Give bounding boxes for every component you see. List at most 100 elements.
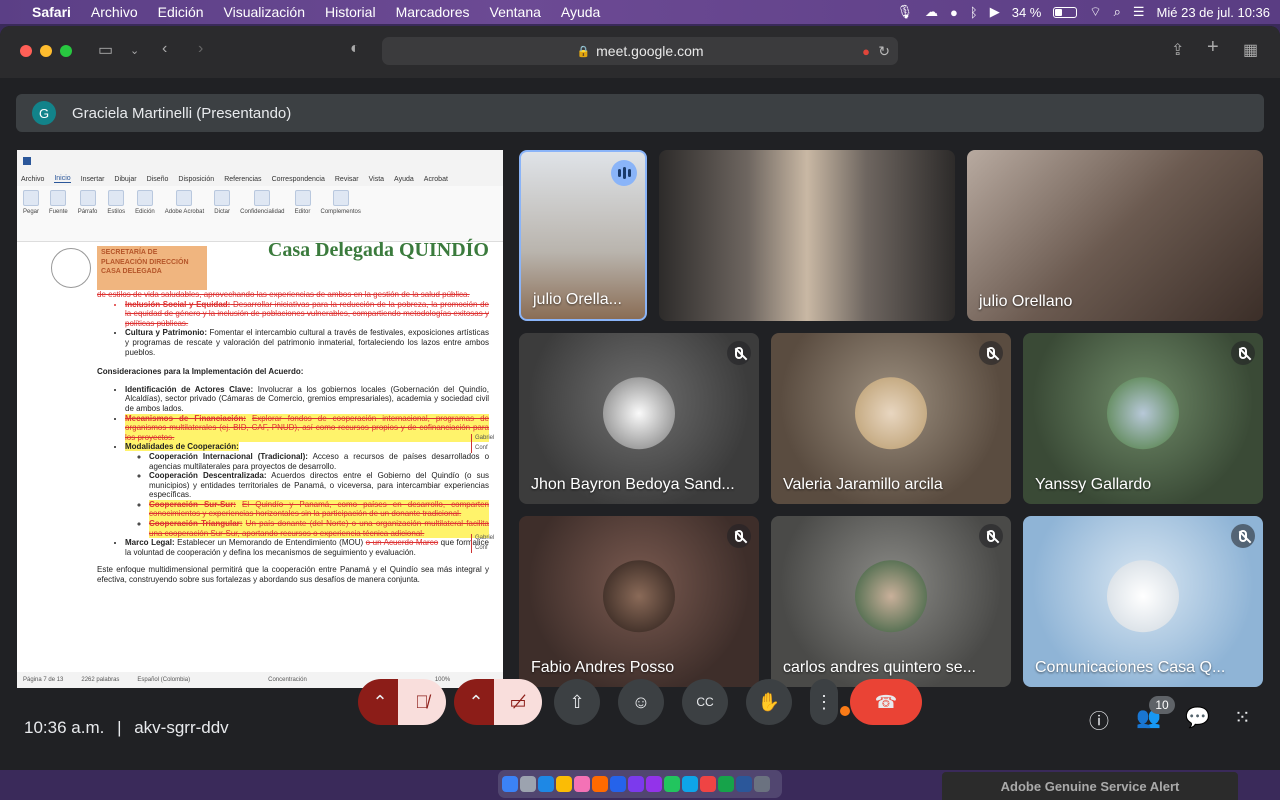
minimize-window-button[interactable] — [40, 45, 52, 57]
ribbon-tab[interactable]: Insertar — [81, 176, 105, 183]
participant-tile[interactable]: julio Orella... — [519, 150, 647, 321]
reload-icon[interactable]: ↻ — [878, 43, 890, 60]
privacy-shield-icon[interactable]: ◐ — [350, 40, 360, 58]
photos-icon[interactable] — [574, 776, 590, 792]
video-options-button[interactable]: ⌃ — [454, 679, 498, 725]
new-tab-icon[interactable]: + — [1207, 36, 1219, 59]
wifi-icon[interactable]: ⌔ — [1089, 4, 1101, 20]
chrome-icon[interactable] — [556, 776, 572, 792]
after-effects-icon[interactable] — [628, 776, 644, 792]
menu-item-archivo[interactable]: Archivo — [91, 4, 138, 20]
control-center-icon[interactable]: ☰ — [1133, 4, 1145, 20]
ribbon-group[interactable]: Adobe Acrobat — [165, 190, 204, 237]
ribbon-tab[interactable]: Referencias — [224, 176, 261, 183]
status-zoom[interactable]: 100% — [435, 677, 450, 683]
finder-icon[interactable] — [502, 776, 518, 792]
ribbon-tab-active[interactable]: Inicio — [54, 175, 71, 183]
ribbon-tab[interactable]: Acrobat — [424, 176, 448, 183]
meeting-details-icon[interactable]: ⓘ — [1089, 705, 1109, 734]
creative-cloud-icon[interactable]: ☁ — [925, 4, 938, 20]
illustrator-icon[interactable] — [592, 776, 608, 792]
battery-icon[interactable] — [1053, 6, 1078, 18]
ribbon-group[interactable]: Fuente — [49, 190, 68, 237]
participant-tile[interactable] — [659, 150, 955, 321]
camera-toggle-button[interactable]: ▭̸ — [494, 679, 542, 725]
leave-call-button[interactable]: ☎ — [850, 679, 922, 725]
participant-tile[interactable]: Fabio Andres Posso — [519, 516, 759, 687]
word-ribbon: Pegar Fuente Párrafo Estilos Edición Ado… — [17, 186, 503, 242]
raise-hand-button[interactable]: ✋ — [746, 679, 792, 725]
menu-item-historial[interactable]: Historial — [325, 4, 376, 20]
section-heading: Consideraciones para la Implementación d… — [97, 367, 304, 377]
menu-clock[interactable]: Mié 23 de jul. 10:36 — [1157, 5, 1270, 20]
ribbon-tab[interactable]: Disposición — [178, 176, 214, 183]
reactions-button[interactable]: ☺ — [618, 679, 664, 725]
ribbon-group[interactable]: Estilos — [107, 190, 125, 237]
user-icon[interactable]: ● — [950, 5, 958, 20]
ribbon-group[interactable]: Pegar — [23, 190, 39, 237]
menu-item-marcadores[interactable]: Marcadores — [396, 4, 470, 20]
bluetooth-icon[interactable]: ᛒ — [970, 5, 978, 20]
participant-tile[interactable]: carlos andres quintero se... — [771, 516, 1011, 687]
participant-tile[interactable]: Yanssy Gallardo — [1023, 333, 1263, 504]
menu-app-name[interactable]: Safari — [32, 4, 71, 20]
ribbon-tab[interactable]: Revisar — [335, 176, 359, 183]
menu-item-visualizacion[interactable]: Visualización — [224, 4, 305, 20]
zoom-window-button[interactable] — [60, 45, 72, 57]
meeting-code: akv-sgrr-ddv — [134, 718, 229, 737]
spotlight-search-icon[interactable]: ⌕ — [1114, 4, 1121, 20]
ribbon-tab[interactable]: Correspondencia — [272, 176, 325, 183]
captions-button[interactable]: CC — [682, 679, 728, 725]
close-window-button[interactable] — [20, 45, 32, 57]
excel-icon[interactable] — [718, 776, 734, 792]
sidebar-toggle-icon[interactable]: ▭ — [98, 40, 113, 60]
participant-tile[interactable]: julio Orellano — [967, 150, 1263, 321]
ribbon-group[interactable]: Confidencialidad — [240, 190, 285, 237]
acrobat-icon[interactable] — [700, 776, 716, 792]
menu-item-ayuda[interactable]: Ayuda — [561, 4, 600, 20]
trash-icon[interactable] — [754, 776, 770, 792]
ribbon-tab[interactable]: Archivo — [21, 176, 44, 183]
safari-icon[interactable] — [538, 776, 554, 792]
address-bar[interactable]: 🔒 meet.google.com ● ↻ — [382, 37, 898, 65]
photoshop-icon[interactable] — [610, 776, 626, 792]
facetime-icon[interactable] — [664, 776, 680, 792]
activities-icon[interactable]: ⁙ — [1234, 705, 1251, 730]
chat-icon[interactable]: 💬 — [1185, 705, 1210, 730]
ribbon-tab[interactable]: Vista — [369, 176, 384, 183]
participant-tile[interactable]: Comunicaciones Casa Q... — [1023, 516, 1263, 687]
ribbon-group[interactable]: Párrafo — [78, 190, 97, 237]
document-page[interactable]: SECRETARÍA DE PLANEACIÓN DIRECCIÓN CASA … — [17, 240, 503, 670]
tab-overview-icon[interactable]: ▦ — [1243, 40, 1258, 60]
launchpad-icon[interactable] — [520, 776, 536, 792]
participant-tile[interactable]: Jhon Bayron Bedoya Sand... — [519, 333, 759, 504]
ribbon-tab[interactable]: Dibujar — [114, 176, 136, 183]
ribbon-group[interactable]: Edición — [135, 190, 155, 237]
participant-tile[interactable]: Valeria Jaramillo arcila — [771, 333, 1011, 504]
microphone-icon[interactable]: 🎙 — [897, 4, 914, 20]
microphone-toggle-button[interactable]: 🎙̸ — [398, 679, 446, 725]
comment-marker[interactable]: Gabriel Conf — [471, 534, 503, 554]
premiere-icon[interactable] — [646, 776, 662, 792]
app-store-icon[interactable] — [682, 776, 698, 792]
present-screen-button[interactable]: ⇧ — [554, 679, 600, 725]
status-focus[interactable]: Concentración — [268, 677, 307, 683]
more-options-button[interactable]: ⋮ — [810, 679, 838, 725]
ribbon-tab[interactable]: Diseño — [147, 176, 169, 183]
menu-item-ventana[interactable]: Ventana — [490, 4, 541, 20]
play-icon[interactable]: ▶ — [990, 4, 1000, 20]
ribbon-group[interactable]: Editor — [294, 190, 311, 237]
forward-arrow-icon[interactable]: › — [198, 40, 203, 58]
audio-options-button[interactable]: ⌃ — [358, 679, 402, 725]
chevron-down-icon[interactable]: ⌄ — [130, 44, 139, 57]
back-arrow-icon[interactable]: ‹ — [162, 40, 167, 58]
ribbon-group[interactable]: Complementos — [321, 190, 361, 237]
ribbon-tab[interactable]: Ayuda — [394, 176, 414, 183]
word-icon[interactable] — [736, 776, 752, 792]
adobe-alert-window[interactable]: Adobe Genuine Service Alert — [942, 772, 1238, 800]
comment-marker[interactable]: Gabriel Conf — [471, 434, 503, 454]
menu-item-edicion[interactable]: Edición — [158, 4, 204, 20]
share-icon[interactable]: ⇪ — [1171, 40, 1184, 60]
mic-recording-icon[interactable]: ● — [862, 44, 870, 59]
ribbon-group[interactable]: Dictar — [214, 190, 231, 237]
